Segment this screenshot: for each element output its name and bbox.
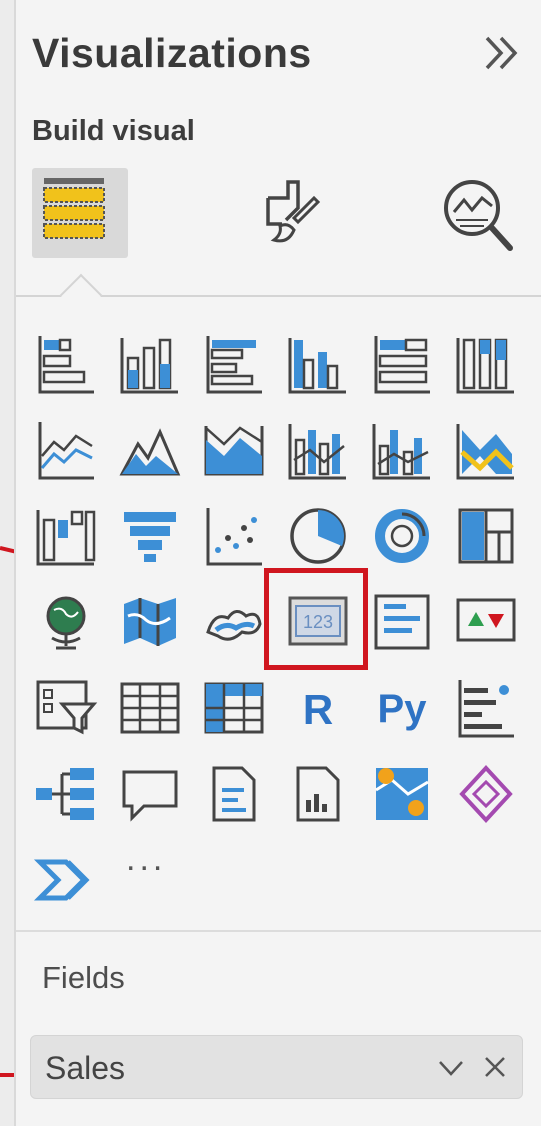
kpi-icon[interactable]	[452, 588, 520, 656]
build-visual-mode[interactable]	[32, 168, 128, 258]
ribbon-chart-icon[interactable]	[452, 416, 520, 484]
chevron-down-icon[interactable]	[436, 1054, 466, 1082]
100-stacked-bar-chart-icon[interactable]	[368, 330, 436, 398]
clustered-bar-chart-icon[interactable]	[200, 330, 268, 398]
treemap-icon[interactable]	[452, 502, 520, 570]
paintbrush-format-icon	[266, 180, 321, 243]
clustered-column-chart-icon[interactable]	[284, 330, 352, 398]
waterfall-chart-icon[interactable]	[32, 502, 100, 570]
table-fields-icon	[43, 178, 105, 239]
shape-map-icon[interactable]	[200, 588, 268, 656]
collapse-pane-icon[interactable]	[479, 30, 525, 76]
more-visuals-button[interactable]: ...	[126, 840, 166, 879]
key-influencers-icon[interactable]	[452, 674, 520, 742]
stacked-column-chart-icon[interactable]	[116, 330, 184, 398]
selected-mode-pointer	[59, 273, 103, 317]
visualizations-pane: Visualizations Build visual 123 R Py ...…	[14, 0, 541, 1126]
scatter-chart-icon[interactable]	[200, 502, 268, 570]
card-highlight-box	[264, 568, 368, 670]
area-chart-icon[interactable]	[116, 416, 184, 484]
pane-title: Visualizations	[32, 30, 312, 76]
python-visual-glyph: Py	[378, 687, 428, 731]
funnel-chart-icon[interactable]	[116, 502, 184, 570]
donut-chart-icon[interactable]	[368, 502, 436, 570]
decomposition-tree-icon[interactable]	[32, 760, 100, 828]
line-and-clustered-column-icon[interactable]	[368, 416, 436, 484]
r-visual-icon[interactable]: R	[284, 674, 352, 742]
fields-section-label: Fields	[42, 960, 125, 995]
format-visual-mode[interactable]	[238, 168, 334, 258]
filled-map-icon[interactable]	[116, 588, 184, 656]
field-well-sales[interactable]: Sales	[30, 1035, 523, 1099]
line-chart-icon[interactable]	[32, 416, 100, 484]
smart-narrative-icon[interactable]	[200, 760, 268, 828]
remove-field-icon[interactable]	[480, 1052, 510, 1082]
line-and-stacked-column-icon[interactable]	[284, 416, 352, 484]
python-visual-icon[interactable]: Py	[368, 674, 436, 742]
paginated-report-icon[interactable]	[284, 760, 352, 828]
analytics-mode[interactable]	[434, 168, 530, 258]
field-well-value: Sales	[45, 1050, 126, 1086]
power-automate-icon[interactable]	[32, 846, 100, 914]
matrix-icon[interactable]	[200, 674, 268, 742]
map-globe-icon[interactable]	[32, 588, 100, 656]
stacked-bar-chart-icon[interactable]	[32, 330, 100, 398]
table-icon[interactable]	[116, 674, 184, 742]
100-stacked-column-chart-icon[interactable]	[452, 330, 520, 398]
multi-row-card-icon[interactable]	[368, 588, 436, 656]
stacked-area-chart-icon[interactable]	[200, 416, 268, 484]
magnifier-analytics-icon	[444, 180, 513, 251]
r-visual-glyph: R	[303, 686, 333, 733]
section-divider	[16, 930, 541, 932]
qna-icon[interactable]	[116, 760, 184, 828]
power-apps-icon[interactable]	[452, 760, 520, 828]
pie-chart-icon[interactable]	[284, 502, 352, 570]
slicer-icon[interactable]	[32, 674, 100, 742]
build-visual-label: Build visual	[32, 115, 195, 147]
azure-map-icon[interactable]	[368, 760, 436, 828]
